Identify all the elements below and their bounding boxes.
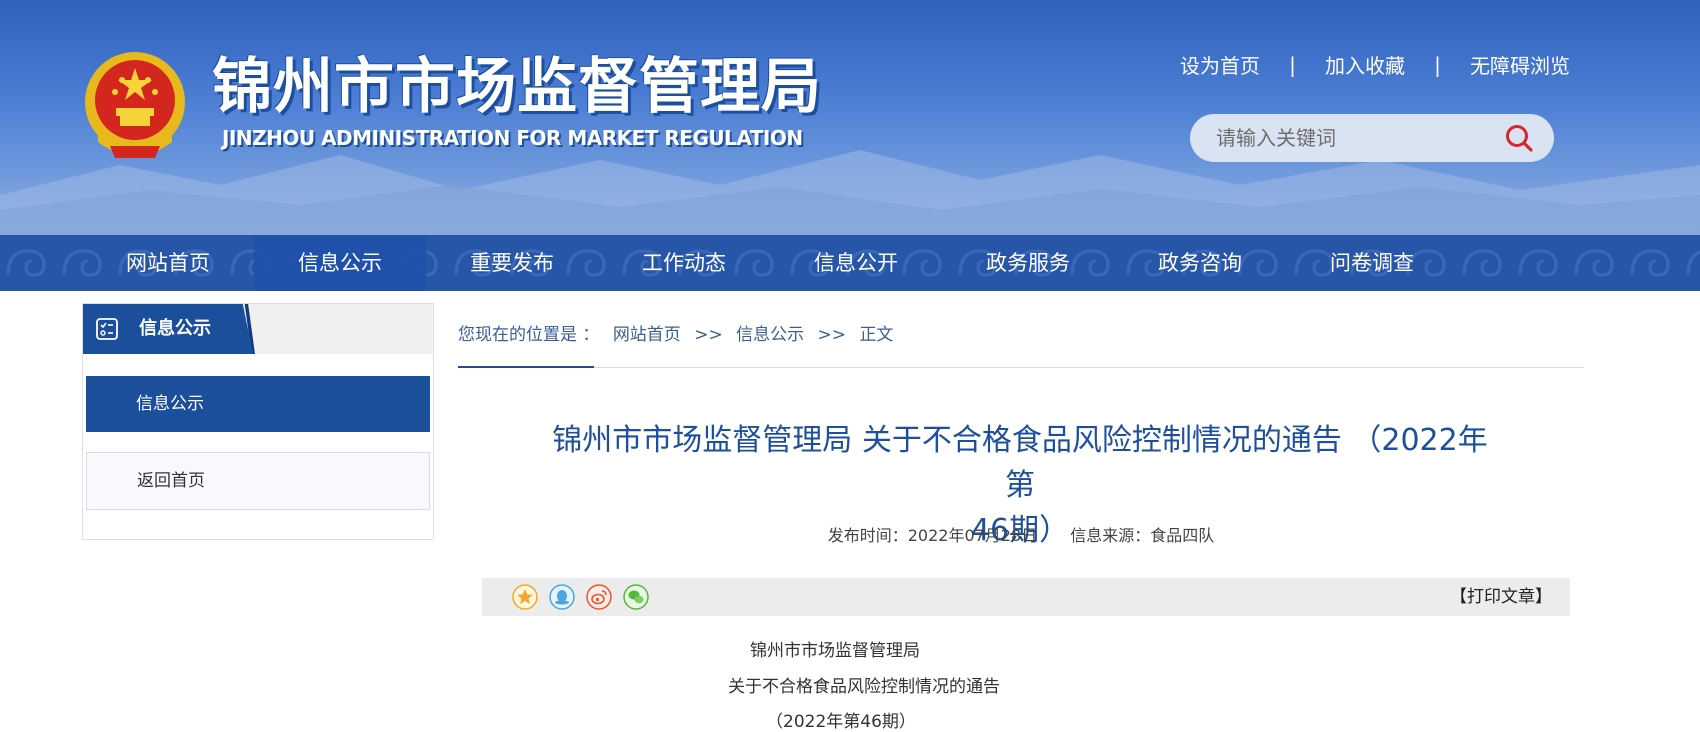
breadcrumb-divider-accent xyxy=(458,366,594,368)
search-box xyxy=(1190,114,1554,162)
sidebar-item-info-notice[interactable]: 信息公示 xyxy=(86,376,430,432)
breadcrumb-label: 您现在的位置是 ： xyxy=(458,325,600,345)
breadcrumb: 您现在的位置是 ： 网站首页 >> 信息公示 >> 正文 xyxy=(458,320,901,345)
sidebar-header: 信息公示 xyxy=(83,304,433,354)
sidebar-item-label: 信息公示 xyxy=(136,394,204,414)
nav-item-info-disclosure[interactable]: 信息公开 xyxy=(770,235,942,291)
nav-item-work-news[interactable]: 工作动态 xyxy=(598,235,770,291)
breadcrumb-info-notice[interactable]: 信息公示 xyxy=(736,325,804,345)
checklist-icon xyxy=(96,318,118,340)
nav-item-important-release[interactable]: 重要发布 xyxy=(426,235,598,291)
wechat-icon[interactable] xyxy=(623,584,649,610)
nav-item-gov-services[interactable]: 政务服务 xyxy=(942,235,1114,291)
sidebar: 信息公示 信息公示 返回首页 xyxy=(82,303,434,540)
breadcrumb-separator: >> xyxy=(694,325,723,345)
article-meta: 发布时间：2022年07月28日 信息来源：食品四队 xyxy=(458,522,1584,546)
article-toolbar: 【打印文章】 xyxy=(482,578,1570,616)
breadcrumb-divider xyxy=(458,367,1584,368)
site-header: 锦州市市场监督管理局 JINZHOU ADMINISTRATION FOR MA… xyxy=(0,0,1700,235)
nav-item-home[interactable]: 网站首页 xyxy=(82,235,254,291)
body-line-2: 关于不合格食品风险控制情况的通告 xyxy=(728,677,1000,697)
main-nav: 网站首页 信息公示 重要发布 工作动态 信息公开 政务服务 政务咨询 问卷调查 xyxy=(0,235,1700,291)
sidebar-title: 信息公示 xyxy=(139,318,211,339)
publish-time: 发布时间：2022年07月28日 xyxy=(827,526,1038,545)
body-line-1: 锦州市市场监督管理局 xyxy=(750,641,920,661)
set-homepage-link[interactable]: 设为首页 xyxy=(1180,50,1260,79)
site-subtitle: JINZHOU ADMINISTRATION FOR MARKET REGULA… xyxy=(222,126,803,150)
search-icon[interactable] xyxy=(1504,123,1534,153)
breadcrumb-current: 正文 xyxy=(859,325,894,345)
sidebar-item-label: 返回首页 xyxy=(137,471,205,491)
link-separator: | xyxy=(1289,52,1296,77)
article-title-line1: 锦州市市场监督管理局 关于不合格食品风险控制情况的通告 （2022年第 xyxy=(552,423,1488,503)
breadcrumb-separator: >> xyxy=(817,325,847,345)
body-line-3: （2022年第46期） xyxy=(766,712,916,732)
site-title: 锦州市市场监督管理局 xyxy=(212,52,822,122)
nav-item-info-notice[interactable]: 信息公示 xyxy=(254,235,426,291)
info-source: 信息来源：食品四队 xyxy=(1070,526,1215,545)
favorite-star-icon[interactable] xyxy=(512,584,538,610)
breadcrumb-home[interactable]: 网站首页 xyxy=(613,325,681,345)
accessibility-link[interactable]: 无障碍浏览 xyxy=(1470,50,1570,79)
qq-icon[interactable] xyxy=(549,584,575,610)
weibo-icon[interactable] xyxy=(586,584,612,610)
top-links: 设为首页 | 加入收藏 | 无障碍浏览 xyxy=(1180,50,1570,79)
sidebar-item-back-home[interactable]: 返回首页 xyxy=(86,452,430,510)
link-separator: | xyxy=(1434,52,1441,77)
nav-items: 网站首页 信息公示 重要发布 工作动态 信息公开 政务服务 政务咨询 问卷调查 xyxy=(82,235,1458,291)
print-article-link[interactable]: 【打印文章】 xyxy=(1450,578,1552,616)
nav-item-survey[interactable]: 问卷调查 xyxy=(1286,235,1458,291)
national-emblem-icon xyxy=(85,52,185,158)
add-favorite-link[interactable]: 加入收藏 xyxy=(1325,50,1405,79)
search-input[interactable] xyxy=(1214,125,1498,151)
nav-item-gov-consult[interactable]: 政务咨询 xyxy=(1114,235,1286,291)
